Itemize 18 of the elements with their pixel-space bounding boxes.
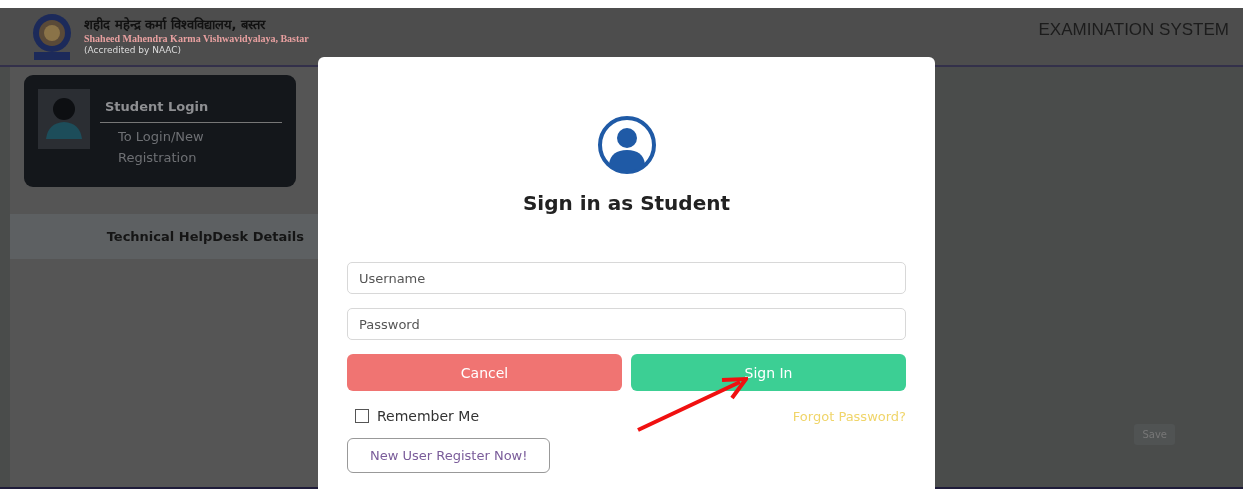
dialog-title: Sign in as Student xyxy=(522,191,731,215)
university-logo-icon xyxy=(30,11,74,62)
university-name-hindi: शहीद महेन्द्र कर्मा विश्वविद्यालय, बस्तर xyxy=(84,18,267,34)
university-name-english: Shaheed Mahendra Karma Vishwavidyalaya, Bastar xyxy=(84,33,309,45)
helpdesk-heading: Technical HelpDesk Details xyxy=(10,214,318,259)
student-login-card[interactable]: Student Login To Login/New Registration xyxy=(24,75,296,187)
user-icon xyxy=(596,115,657,175)
card-subtitle: To Login/New Registration xyxy=(117,128,205,167)
remember-checkbox[interactable] xyxy=(355,409,369,423)
accreditation-text: (Accredited by NAAC) xyxy=(84,44,183,55)
remember-label: Remember Me xyxy=(377,408,479,424)
text-input-field[interactable]: Username xyxy=(347,262,906,294)
text-input-field[interactable]: Password xyxy=(347,308,906,340)
cancel-button[interactable]: Cancel xyxy=(347,354,622,391)
forgot-password-link[interactable]: Forgot Password? xyxy=(792,408,906,424)
sign-in-button[interactable]: Sign In xyxy=(631,354,906,391)
register-button[interactable]: New User Register Now! xyxy=(347,438,551,473)
card-title: Student Login xyxy=(100,89,282,123)
